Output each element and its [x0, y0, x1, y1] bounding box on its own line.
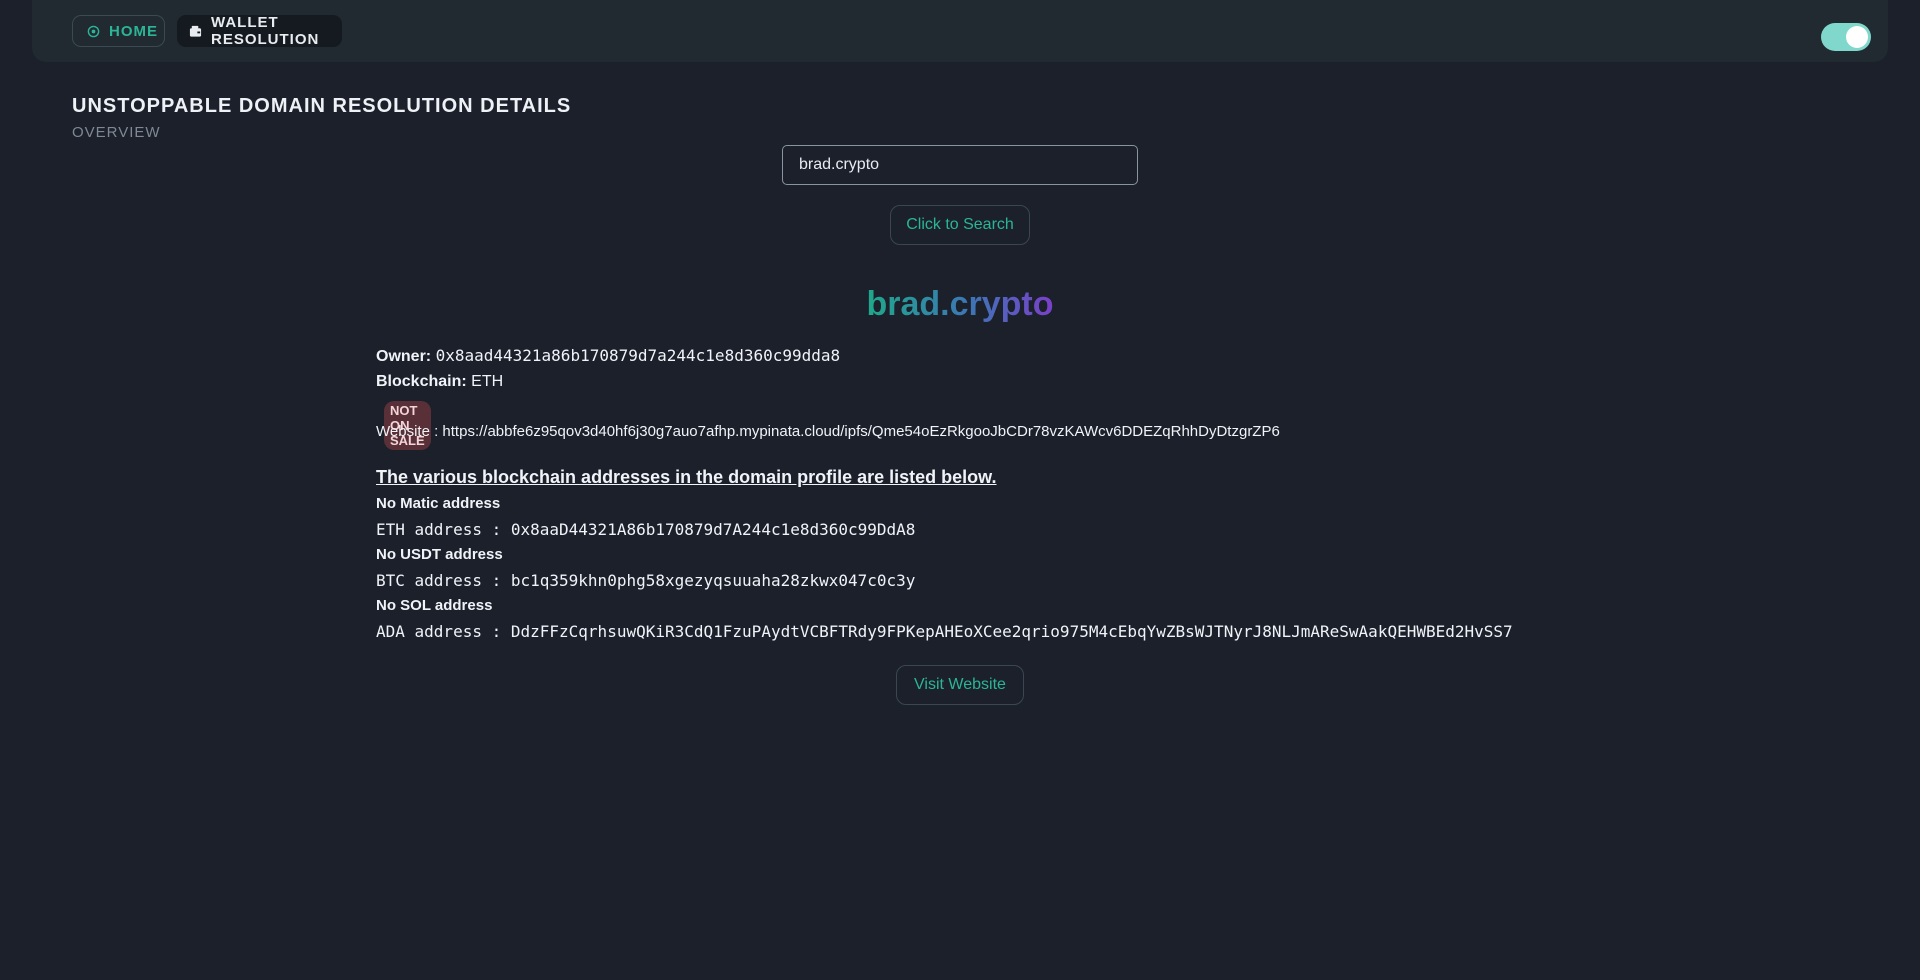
owner-value: 0x8aad44321a86b170879d7a244c1e8d360c99dd… — [435, 346, 841, 365]
nav-wallet-resolution-button[interactable]: WALLET RESOLUTION — [177, 14, 342, 48]
website-row: Website : https://abbfe6z95qov3d40hf6j30… — [376, 423, 1280, 440]
ada-address: ADA address : DdzFFzCqrhsuwQKiR3CdQ1FzuP… — [376, 622, 1513, 641]
blockchain-row: Blockchain: ETH — [376, 373, 503, 391]
page-title: UNSTOPPABLE DOMAIN RESOLUTION DETAILS — [72, 95, 572, 117]
btc-address: BTC address : bc1q359khn0phg58xgezyqsuua… — [376, 571, 916, 590]
website-label: Website : — [376, 423, 439, 440]
no-sol-address: No SOL address — [376, 597, 493, 614]
toggle-knob — [1846, 26, 1868, 48]
no-usdt-address: No USDT address — [376, 546, 503, 563]
blockchain-label: Blockchain: — [376, 373, 467, 390]
nav-home-label: HOME — [109, 22, 158, 40]
owner-row: Owner: 0x8aad44321a86b170879d7a244c1e8d3… — [376, 346, 840, 366]
domain-heading: brad.crypto — [0, 285, 1920, 324]
website-link[interactable]: https://abbfe6z95qov3d40hf6j30g7auo7afhp… — [442, 423, 1279, 440]
owner-label: Owner: — [376, 348, 432, 365]
nav-home-button[interactable]: HOME — [72, 15, 165, 47]
nav-wallet-label: WALLET RESOLUTION — [211, 14, 320, 48]
domain-name: brad.crypto — [866, 285, 1054, 323]
no-matic-address: No Matic address — [376, 495, 501, 512]
domain-search-input[interactable] — [782, 145, 1138, 185]
wallet-icon — [189, 24, 202, 38]
addresses-heading: The various blockchain addresses in the … — [376, 467, 997, 487]
top-navbar: HOME WALLET RESOLUTION — [32, 0, 1888, 62]
page-subtitle: OVERVIEW — [72, 124, 161, 141]
theme-toggle[interactable] — [1821, 23, 1871, 51]
eth-address: ETH address : 0x8aaD44321A86b170879d7A24… — [376, 520, 916, 539]
blockchain-value: ETH — [471, 373, 504, 390]
home-icon — [86, 24, 100, 38]
visit-website-button[interactable]: Visit Website — [896, 665, 1024, 705]
search-button[interactable]: Click to Search — [890, 205, 1030, 245]
